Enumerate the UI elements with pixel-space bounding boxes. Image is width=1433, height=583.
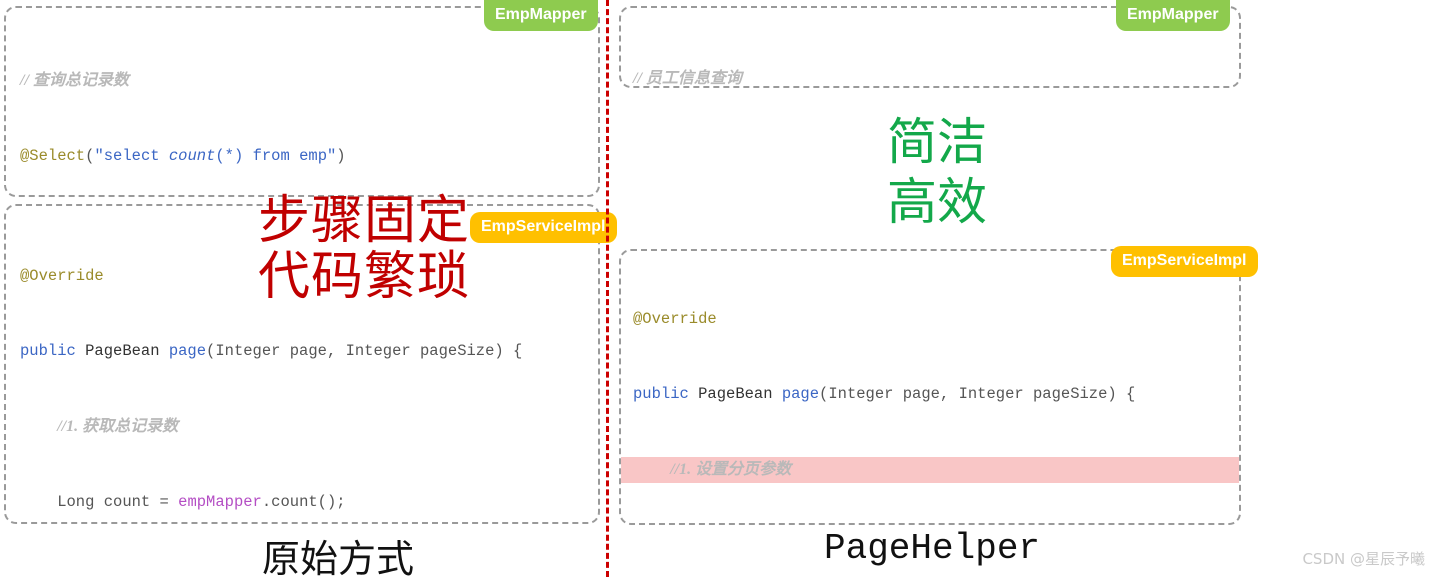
keyword-token: public <box>633 385 689 403</box>
comment-text: //1. 获取总记录数 <box>57 418 178 435</box>
code-text: (Integer page, Integer pageSize) { <box>206 342 522 360</box>
method-token: page <box>169 342 206 360</box>
highlight-text-right: 简洁 高效 <box>887 112 987 232</box>
code-text: .count(); <box>262 493 346 511</box>
badge-label: EmpServiceImpl <box>481 218 606 235</box>
left-caption: 原始方式 <box>262 528 414 583</box>
annotation-token: @Select <box>20 147 85 165</box>
code-line: //1. 获取总记录数 <box>20 414 598 440</box>
badge-label: EmpMapper <box>1127 6 1219 23</box>
code-line: // 查询总记录数 <box>20 68 598 94</box>
highlight-line-1: 简洁 <box>887 112 987 172</box>
string-token: "select <box>94 147 168 165</box>
code-line: public PageBean page(Integer page, Integ… <box>20 339 598 364</box>
right-panel-pagehelper-approach: // 员工信息查询 @Select("select * from emp") p… <box>615 0 1433 577</box>
code-line: public PageBean page(Integer page, Integ… <box>621 382 1239 407</box>
watermark: CSDN @星辰予曦 <box>1302 548 1425 569</box>
comment-text: // 查询总记录数 <box>20 72 129 89</box>
annotation-token: @Override <box>20 267 104 285</box>
punct: ) <box>336 147 345 165</box>
badge-empserviceimpl-right: EmpServiceImpl <box>1111 246 1258 277</box>
code-line: @Select("select count(*) from emp") <box>20 144 598 169</box>
overlay-line-2: 代码繁琐 <box>258 248 470 306</box>
code-line: // 员工信息查询 <box>633 66 1239 88</box>
comment-text: //1. 设置分页参数 <box>670 461 791 478</box>
right-caption: PageHelper <box>824 528 1040 569</box>
string-token: (*) from emp" <box>215 147 336 165</box>
type-token: PageBean <box>76 342 169 360</box>
badge-empmapper-right: EmpMapper <box>1116 0 1230 31</box>
comment-text: // 员工信息查询 <box>633 70 742 87</box>
code-text: Long count = <box>20 493 178 511</box>
fn-token: count <box>169 147 216 165</box>
code-line: @Override <box>621 307 1239 332</box>
left-mapper-code-box: // 查询总记录数 @Select("select count(*) from … <box>4 6 600 197</box>
comparison-diagram: // 查询总记录数 @Select("select count(*) from … <box>0 0 1433 577</box>
left-panel-original-approach: // 查询总记录数 @Select("select count(*) from … <box>0 0 605 577</box>
badge-empmapper-left: EmpMapper <box>484 0 598 31</box>
annotation-token: @Override <box>633 310 717 328</box>
badge-label: EmpServiceImpl <box>1122 252 1247 269</box>
type-token: PageBean <box>689 385 782 403</box>
code-line: Long count = empMapper.count(); <box>20 490 598 515</box>
right-service-code-box: @Override public PageBean page(Integer p… <box>619 249 1241 525</box>
keyword-token: public <box>20 342 76 360</box>
overlay-line-1: 步骤固定 <box>258 192 470 250</box>
vertical-dashed-divider <box>606 0 609 577</box>
badge-label: EmpMapper <box>495 6 587 23</box>
field-token: empMapper <box>178 493 262 511</box>
code-text: (Integer page, Integer pageSize) { <box>819 385 1135 403</box>
method-token: page <box>782 385 819 403</box>
code-line-highlighted: //1. 设置分页参数 <box>621 457 1239 483</box>
overlay-annotation-left: 步骤固定 代码繁琐 <box>258 192 470 306</box>
highlight-line-2: 高效 <box>887 172 987 232</box>
badge-empserviceimpl-left: EmpServiceImpl <box>470 212 617 243</box>
